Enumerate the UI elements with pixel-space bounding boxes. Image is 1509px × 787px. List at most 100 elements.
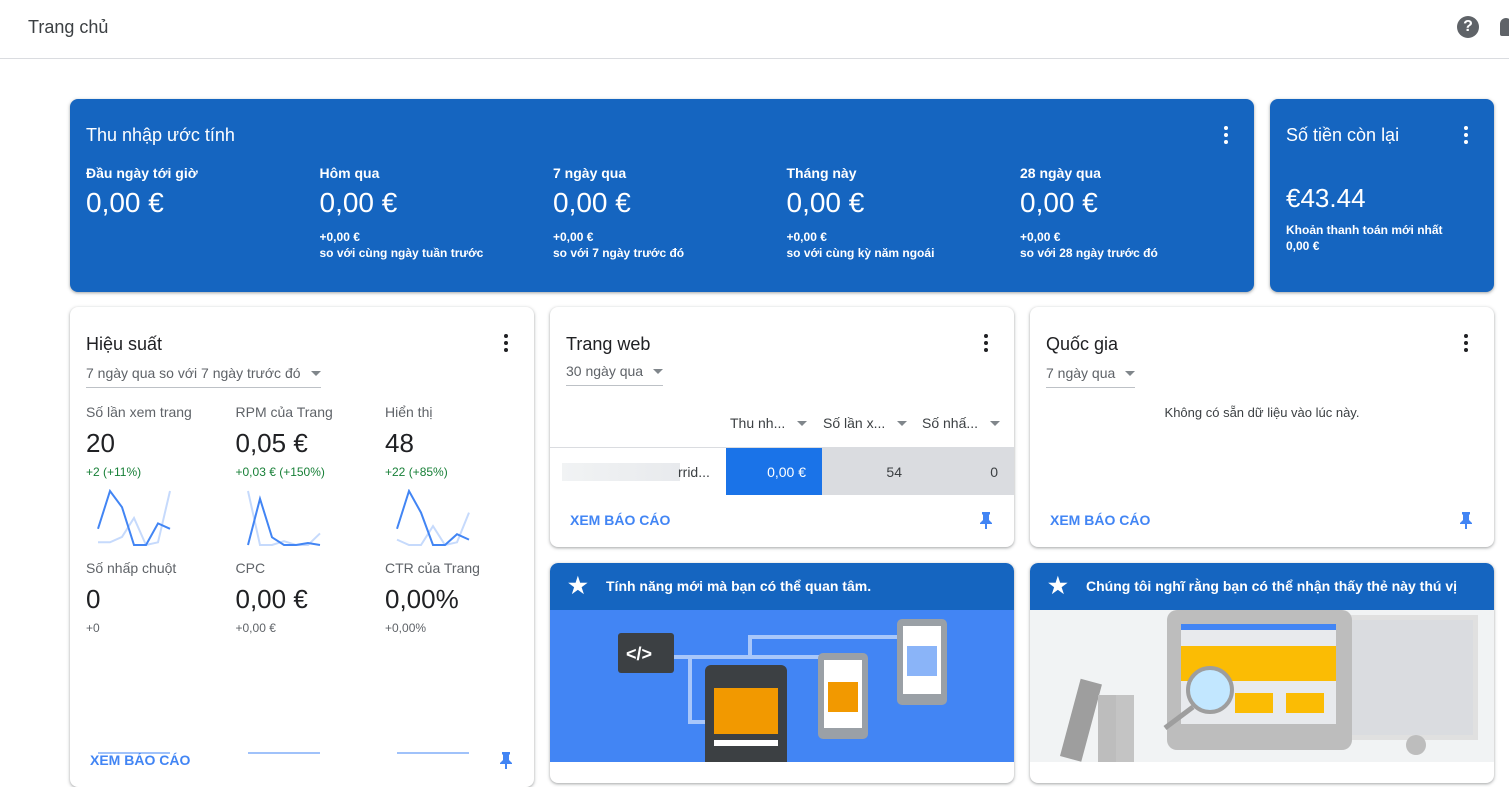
- redacted-site-name: [562, 463, 680, 481]
- metric-value: 0,00 €: [319, 187, 398, 218]
- sort-caret-icon: [797, 420, 808, 426]
- page-title: Trang chủ: [28, 17, 109, 37]
- metric-value: 0,00 €: [553, 187, 631, 218]
- sparkline: [247, 752, 320, 754]
- more-menu-icon[interactable]: [1216, 124, 1236, 146]
- sparkline: [97, 489, 171, 547]
- feature-card-new-features[interactable]: ★ Tính năng mới mà bạn có thể quan tâm. <…: [550, 563, 1014, 783]
- metric-label: CTR của Trang: [385, 560, 480, 576]
- earnings-metric: Tháng này 0,00 € +0,00 € so với cùng kỳ …: [787, 165, 1017, 261]
- metric-comparison: so với cùng ngày tuần trước: [319, 246, 484, 260]
- feature-card-header: ★ Tính năng mới mà bạn có thể quan tâm.: [550, 563, 1014, 610]
- metric-delta: +22 (+85%): [385, 465, 448, 479]
- metric-value: 0,00 €: [1020, 187, 1098, 218]
- performance-metric[interactable]: CTR của Trang 0,00% +0,00%: [385, 560, 525, 755]
- metric-delta: +0,00 €: [786, 230, 827, 244]
- performance-metric[interactable]: Số nhấp chuột 0 +0: [86, 560, 226, 755]
- more-menu-icon[interactable]: [976, 332, 996, 354]
- performance-range-select[interactable]: 7 ngày qua so với 7 ngày trước đó: [86, 365, 321, 388]
- metric-label: Số lần xem trang: [86, 404, 192, 420]
- monitor-illustration: [1059, 610, 1478, 765]
- empty-state-message: Không có sẵn dữ liệu vào lúc này.: [1164, 405, 1360, 420]
- metric-delta: +0,03 € (+150%): [235, 465, 325, 479]
- metric-delta: +2 (+11%): [86, 465, 142, 479]
- sparkline: [246, 490, 321, 546]
- metric-value: 0,00 €: [235, 584, 308, 614]
- more-menu-icon[interactable]: [1456, 332, 1476, 354]
- pin-icon[interactable]: [499, 751, 513, 769]
- metric-label: Số nhấp chuột: [86, 560, 177, 576]
- metric-value: 0,00 €: [786, 187, 865, 218]
- sites-card: Trang web 30 ngày qua Thu nh... Số lần x…: [550, 307, 1014, 547]
- earnings-card: Thu nhập ước tính Đầu ngày tới giờ 0,00 …: [70, 99, 1254, 292]
- feature-card-header: ★ Chúng tôi nghĩ rằng bạn có thể nhận thấ…: [1030, 563, 1494, 610]
- performance-card: Hiệu suất 7 ngày qua so với 7 ngày trước…: [70, 307, 534, 787]
- range-label: 30 ngày qua: [566, 363, 644, 379]
- performance-metric[interactable]: CPC 0,00 € +0,00 €: [236, 560, 376, 755]
- range-label: 7 ngày qua: [1046, 365, 1116, 381]
- metric-label: Tháng này: [786, 165, 857, 181]
- column-label: Số lần x...: [823, 415, 886, 431]
- star-icon: ★: [1048, 573, 1068, 598]
- feature-card-title: Chúng tôi nghĩ rằng bạn có thể nhận thấy…: [1086, 578, 1457, 594]
- column-header-views[interactable]: Số lần x...: [823, 415, 908, 431]
- sort-caret-icon: [990, 420, 1001, 426]
- metric-label: Hiển thị: [385, 404, 433, 420]
- metric-label: Hôm qua: [319, 165, 380, 181]
- view-report-link[interactable]: XEM BÁO CÁO: [90, 752, 190, 768]
- code-icon: </>: [626, 644, 653, 664]
- more-menu-icon[interactable]: [496, 332, 516, 354]
- metric-label: RPM của Trang: [235, 404, 333, 420]
- feature-illustration: </>: [550, 610, 1014, 775]
- view-report-link[interactable]: XEM BÁO CÁO: [1050, 512, 1150, 528]
- more-menu-icon[interactable]: [1456, 124, 1476, 146]
- view-report-link[interactable]: XEM BÁO CÁO: [570, 512, 670, 528]
- column-header-clicks[interactable]: Số nhấ...: [922, 415, 1001, 431]
- column-header-earnings[interactable]: Thu nh...: [730, 415, 808, 431]
- earnings-cell: 0,00 €: [726, 448, 822, 495]
- metric-value: 0: [86, 584, 101, 614]
- metric-comparison: so với 28 ngày trước đó: [1020, 246, 1158, 260]
- metric-comparison: so với 7 ngày trước đó: [553, 246, 685, 260]
- sparkline-previous: [98, 490, 171, 547]
- feature-card-suggestion[interactable]: ★ Chúng tôi nghĩ rằng bạn có thể nhận thấ…: [1030, 563, 1494, 783]
- countries-range-select[interactable]: 7 ngày qua: [1046, 365, 1136, 388]
- dropdown-caret-icon: [653, 368, 664, 374]
- metric-delta: +0,00 €: [1020, 230, 1061, 244]
- pin-icon[interactable]: [979, 511, 993, 529]
- bell-icon[interactable]: [1500, 18, 1509, 36]
- pin-icon[interactable]: [1459, 511, 1473, 529]
- metric-delta: +0,00 €: [553, 230, 594, 244]
- balance-card: Số tiền còn lại €43.44 Khoản thanh toán …: [1270, 99, 1494, 292]
- metric-delta: +0,00 €: [319, 230, 360, 244]
- earnings-metric: 28 ngày qua 0,00 € +0,00 € so với 28 ngà…: [1020, 165, 1250, 261]
- performance-metric[interactable]: Hiển thị 48 +22 (+85%): [385, 404, 525, 547]
- table-row[interactable]: rrid... 0,00 € 54 0: [550, 448, 1014, 495]
- performance-title: Hiệu suất: [86, 334, 163, 354]
- help-icon[interactable]: ?: [1457, 16, 1479, 38]
- metric-label: Đầu ngày tới giờ: [86, 165, 198, 181]
- dropdown-caret-icon: [1125, 370, 1136, 376]
- sites-range-select[interactable]: 30 ngày qua: [566, 363, 664, 386]
- metric-value: 0,00 €: [86, 187, 164, 218]
- last-payment-value: 0,00 €: [1286, 239, 1320, 253]
- range-label: 7 ngày qua so với 7 ngày trước đó: [86, 365, 301, 381]
- metric-label: 28 ngày qua: [1020, 165, 1101, 181]
- metric-value: 48: [385, 428, 414, 458]
- sparkline-previous: [396, 512, 470, 547]
- metric-delta: +0,00%: [385, 621, 427, 635]
- column-label: Thu nh...: [730, 415, 786, 431]
- countries-card: Quốc gia 7 ngày qua Không có sẵn dữ liệu…: [1030, 307, 1494, 547]
- performance-metric[interactable]: RPM của Trang 0,05 € +0,03 € (+150%): [236, 404, 376, 547]
- column-label: Số nhấ...: [922, 415, 979, 431]
- performance-metric[interactable]: Số lần xem trang 20 +2 (+11%): [86, 404, 226, 547]
- sparkline: [396, 489, 470, 547]
- earnings-metric: 7 ngày qua 0,00 € +0,00 € so với 7 ngày …: [553, 165, 783, 261]
- metric-delta: +0: [86, 621, 100, 635]
- sites-title: Trang web: [566, 334, 651, 354]
- metric-label: 7 ngày qua: [553, 165, 627, 181]
- last-payment-label: Khoản thanh toán mới nhất: [1286, 223, 1443, 237]
- metric-value: 0,05 €: [235, 428, 308, 458]
- metric-value: 20: [86, 428, 115, 458]
- metric-value: 0,00%: [385, 584, 459, 614]
